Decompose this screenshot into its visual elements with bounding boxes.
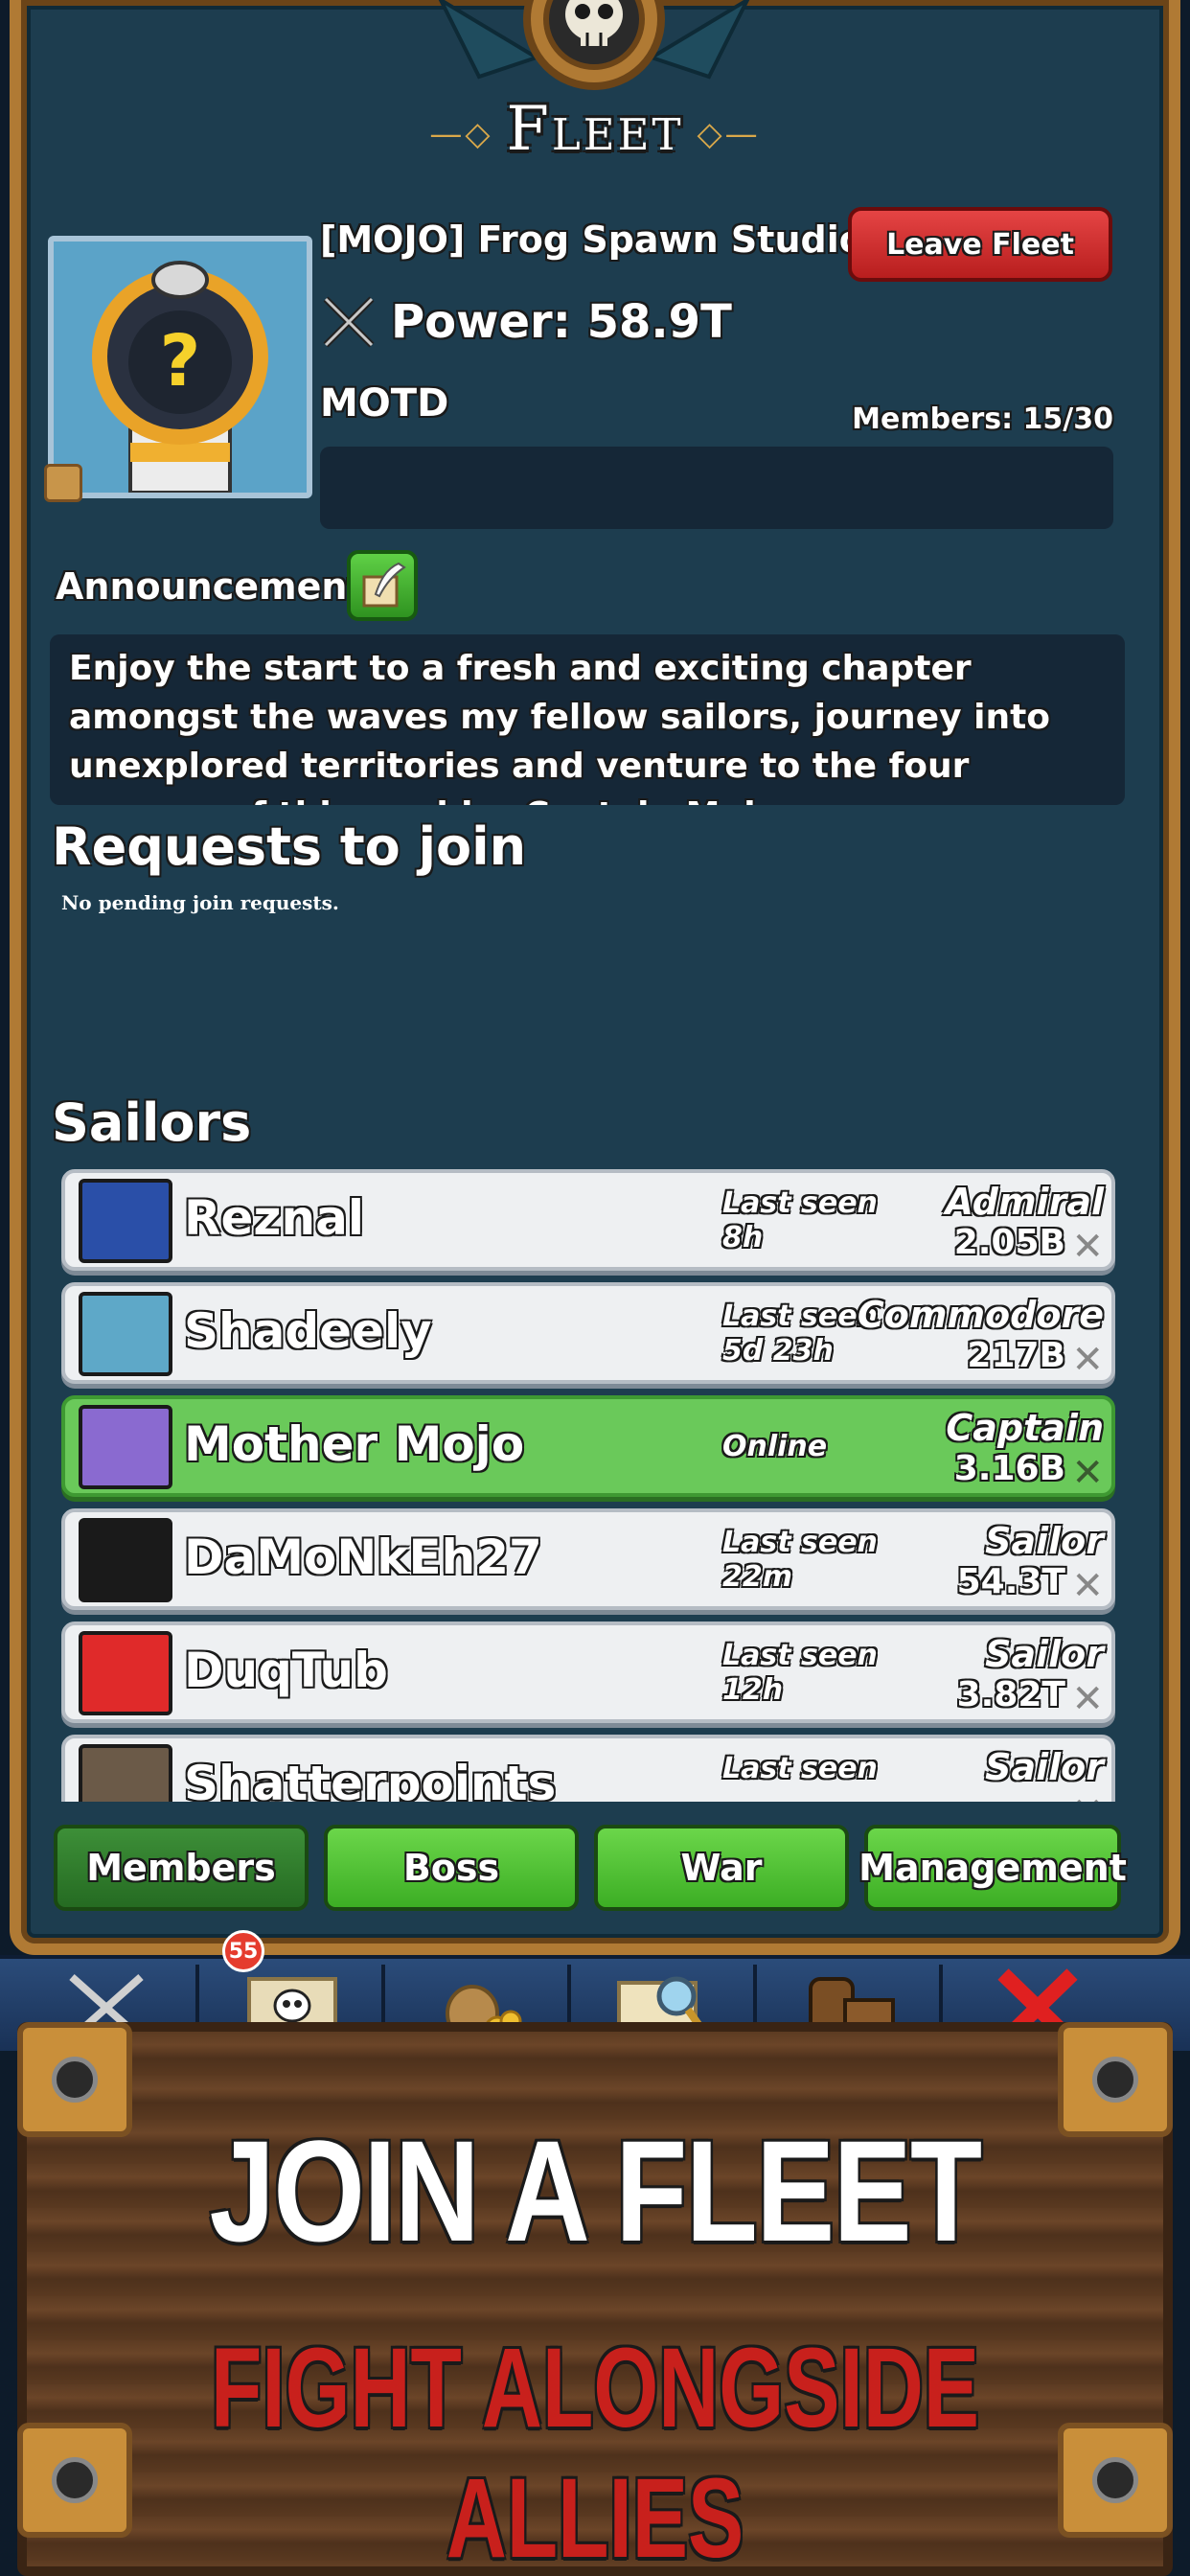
members-count: Members: 15/30 [852,402,1113,436]
sailor-name: Mother Mojo [184,1416,525,1472]
last-seen-label: Last seen [722,1752,878,1785]
crossed-swords-icon: ✕ [1071,1790,1104,1802]
sailor-name: Shatterpoints [184,1756,557,1802]
announcement-text: Enjoy the start to a fresh and exciting … [69,649,1051,805]
sailor-name: DuqTub [184,1643,388,1698]
sailor-row[interactable]: Shatterpoints Last seen Sailor ✕ [61,1735,1115,1802]
sailor-last-seen: Last seen 12h [722,1639,878,1708]
last-seen-value: 12h [722,1673,784,1707]
fleet-avatar[interactable]: ? [48,236,312,498]
tab-war[interactable]: War [594,1825,849,1911]
mystery-emblem-icon: ? [92,261,268,493]
sailor-list[interactable]: Reznal Last seen 8h Admiral 2.05B ✕ Shadeely La… [61,1169,1115,1802]
sailor-last-seen: Online [722,1413,827,1464]
sailor-last-seen: Last seen 5d 23h [722,1300,878,1368]
bolt-icon [52,2457,98,2503]
sailor-name: Reznal [184,1190,364,1246]
sailor-last-seen: Last seen 8h [722,1186,878,1255]
sailor-avatar [79,1405,172,1489]
sailor-power: 2.05B [953,1223,1065,1262]
title-ornament-left-icon: —◇ [429,114,493,153]
crossed-swords-icon [323,296,375,348]
sailor-row[interactable]: DuqTub Last seen 12h Sailor 3.82T ✕ [61,1622,1115,1723]
sailor-last-seen: Last seen [722,1752,878,1786]
edit-announcement-button[interactable] [347,550,418,621]
sailor-avatar [79,1179,172,1263]
last-seen-label: Last seen [722,1186,878,1220]
sailor-rank: Captain [946,1407,1104,1449]
sailor-avatar [79,1631,172,1715]
title-ornament-right-icon: ◇— [697,114,761,153]
tab-boss[interactable]: Boss [324,1825,579,1911]
last-seen-label: Online [722,1430,828,1463]
quill-scroll-icon [362,562,406,608]
crossed-swords-icon: ✕ [1071,1677,1104,1721]
bolt-icon [1092,2057,1138,2103]
banner-corner-bottom-left [17,2423,132,2538]
announcement-label: Announcement [56,565,365,608]
sailor-avatar [79,1744,172,1802]
motd-label: MOTD [320,381,449,426]
crossed-swords-icon: ✕ [1071,1451,1104,1495]
leave-fleet-button[interactable]: Leave Fleet [848,207,1112,282]
last-seen-label: Last seen [722,1639,878,1672]
bolt-icon [1092,2457,1138,2503]
sailor-rank: Commodore [857,1294,1104,1336]
sailor-avatar [79,1292,172,1376]
page-title: —◇ Fleet ◇— [429,94,761,165]
sailor-power: 217B [967,1336,1065,1375]
sailor-rank: Sailor [985,1746,1104,1788]
sailor-row[interactable]: DaMoNkEh27 Last seen 22m Sailor 54.3T ✕ [61,1508,1115,1610]
last-seen-label: Last seen [722,1300,878,1333]
fleet-power-value: Power: 58.9T [391,295,732,349]
sailor-power: 54.3T [956,1562,1065,1601]
banner-headline: JOIN A FLEET [209,2110,983,2271]
sailor-rank: Sailor [985,1520,1104,1562]
notification-badge: 55 [222,1930,264,1972]
crossed-swords-icon: ✕ [1071,1225,1104,1269]
fleet-name: [MOJO] Frog Spawn Studio [320,218,864,261]
fleet-power: Power: 58.9T [320,293,732,351]
requests-title: Requests to join [52,816,527,877]
svg-text:?: ? [160,320,201,402]
banner-corner-bottom-right [1058,2423,1173,2538]
sailor-row[interactable]: Mother Mojo Online Captain 3.16B ✕ [61,1395,1115,1497]
last-seen-label: Last seen [722,1526,878,1559]
crossed-swords-icon: ✕ [1071,1338,1104,1382]
announcement-box: Enjoy the start to a fresh and exciting … [50,634,1125,805]
sailor-name: Shadeely [184,1303,432,1359]
sailor-avatar [79,1518,172,1602]
crossed-swords-icon: ✕ [1071,1564,1104,1608]
sailor-last-seen: Last seen 22m [722,1526,878,1595]
motd-box [320,447,1113,529]
last-seen-value: 8h [722,1221,764,1254]
sailor-power: 3.16B [953,1449,1065,1488]
bolt-icon [52,2057,98,2103]
sailor-row[interactable]: Shadeely Last seen 5d 23h Commodore 217B ✕ [61,1282,1115,1384]
sailor-rank: Sailor [985,1633,1104,1675]
sailor-row[interactable]: Reznal Last seen 8h Admiral 2.05B ✕ [61,1169,1115,1271]
tab-management[interactable]: Management [858,1825,1127,1911]
sailors-title: Sailors [52,1092,252,1153]
fleet-edit-badge-icon[interactable] [44,464,82,502]
requests-empty-text: No pending join requests. [61,891,339,914]
last-seen-value: 22m [722,1560,793,1594]
last-seen-value: 5d 23h [722,1334,834,1368]
sailor-rank: Admiral [945,1181,1104,1223]
tab-members[interactable]: Members [54,1825,309,1911]
sailor-name: DaMoNkEh27 [184,1530,542,1585]
banner-subline: FIGHT ALONGSIDE ALLIES [210,2325,980,2576]
sailor-power: 3.82T [956,1675,1065,1714]
